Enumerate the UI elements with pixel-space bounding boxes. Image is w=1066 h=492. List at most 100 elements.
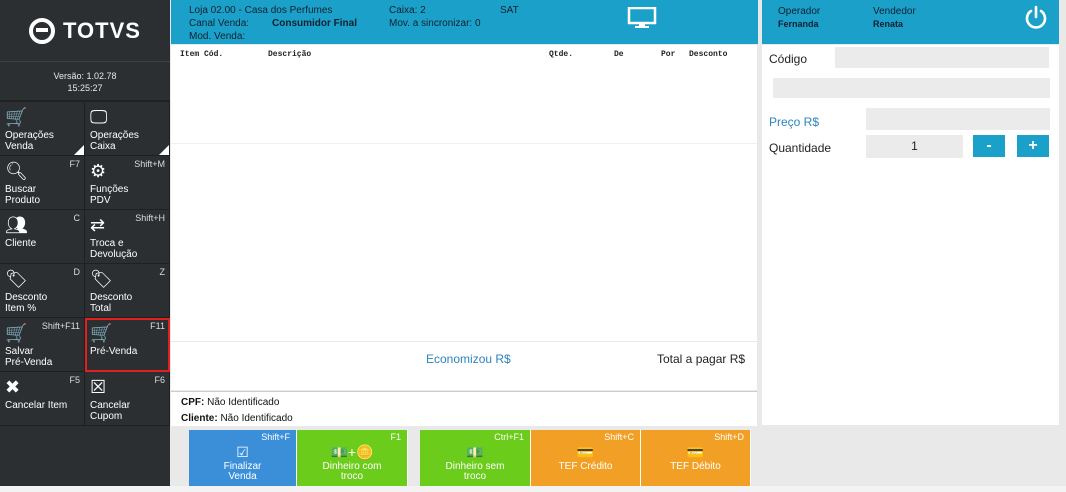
action-button[interactable]: Shift+C 💳 TEF Crédito — [531, 430, 641, 486]
shortcut-key: Shift+F — [261, 432, 290, 442]
sidebar-tile[interactable]: 👥︎ C Cliente — [0, 210, 85, 264]
operator-label: Operador — [778, 6, 821, 17]
tile-label: Buscar Produto — [5, 184, 41, 206]
shortcut-key: F6 — [154, 375, 165, 385]
action-button[interactable]: Shift+D 💳 TEF Débito — [641, 430, 751, 486]
version-info: Versão: 1.02.78 15:25:27 — [0, 62, 170, 102]
shortcut-key: F7 — [69, 159, 80, 169]
code-input[interactable] — [835, 47, 1049, 68]
code-label: Código — [769, 52, 808, 66]
brand-name: TOTVS — [63, 17, 141, 43]
sidebar-tile[interactable]: 🏷︎ Z Desconto Total — [85, 264, 170, 318]
sidebar-tile[interactable]: ⇄ Shift+H Troca e Devolução — [85, 210, 170, 264]
cart-icon: 🛒 — [5, 107, 28, 127]
total-label: Total a pagar R$ — [657, 352, 746, 366]
tags-icon: 🏷︎ — [90, 269, 113, 289]
brand-logo: TOTVS — [0, 0, 170, 62]
tile-label: Pré-Venda — [90, 346, 138, 357]
tile-label: Desconto Total — [90, 292, 133, 314]
quantity-input[interactable]: 1 — [866, 135, 963, 158]
sidebar-tile[interactable]: 🛒 Operações Venda — [0, 102, 85, 156]
items-table: Item Cód. Descrição Qtde. De Por Descont… — [171, 45, 757, 341]
shortcut-key: Shift+C — [604, 432, 634, 442]
register-label: Caixa: 2 — [389, 5, 426, 16]
shortcut-key: Shift+H — [135, 213, 165, 223]
client-value: Não Identificado — [220, 413, 293, 424]
shortcut-key: F5 — [69, 375, 80, 385]
customer-info: CPF: Não Identificado Cliente: Não Ident… — [171, 391, 757, 426]
action-button[interactable]: Ctrl+F1 💵 Dinheiro sem troco — [420, 430, 531, 486]
shortcut-key: F1 — [390, 432, 401, 442]
sidebar-tile[interactable]: ✖ F5 Cancelar Item — [0, 372, 85, 426]
tile-label: Cancelar Item — [5, 400, 68, 411]
debit-card-icon: 💳 — [686, 444, 705, 460]
store-label: Loja 02.00 - Casa dos Perfumes — [189, 5, 333, 16]
sidebar: TOTVS Versão: 1.02.78 15:25:27 🛒 Operaçõe… — [0, 0, 170, 486]
shortcut-key: C — [73, 213, 81, 223]
col-from: De — [614, 49, 624, 59]
cpf-value: Não Identificado — [207, 397, 280, 408]
col-quantity: Qtde. — [549, 49, 574, 59]
action-label: TEF Crédito — [558, 461, 613, 472]
clock: 15:25:27 — [67, 83, 103, 93]
sidebar-tile[interactable]: 🛒 F11 Pré-Venda — [85, 318, 170, 372]
submenu-indicator-icon — [159, 145, 169, 155]
seller-label: Vendedor — [873, 6, 916, 17]
quantity-plus-button[interactable]: + — [1017, 135, 1049, 157]
action-button[interactable]: Shift+F ☑ Finalizar Venda — [189, 430, 297, 486]
status-strip — [0, 486, 1066, 492]
shortcut-key: Shift+F11 — [41, 321, 80, 331]
product-entry-panel: Código Preço R$ Quantidade 1 - + — [762, 45, 1059, 425]
payment-actions: Shift+F ☑ Finalizar Venda F1 💵+🪙 Dinheiro com… — [179, 430, 751, 486]
shortcut-key: F11 — [150, 321, 165, 331]
client-label: Cliente: — [181, 413, 218, 424]
table-header: Item Cód. Descrição Qtde. De Por Descont… — [171, 45, 757, 63]
tile-label: Troca e Devolução — [90, 238, 138, 260]
monitor-icon[interactable] — [627, 7, 657, 29]
price-input[interactable] — [866, 108, 1050, 130]
close-box-icon: ☒ — [90, 377, 107, 397]
sale-mode-label: Mod. Venda: — [189, 31, 246, 42]
quantity-label: Quantidade — [769, 141, 832, 155]
submenu-indicator-icon — [74, 145, 84, 155]
shortcut-key: D — [73, 267, 81, 277]
sidebar-tile[interactable]: ☒ F6 Cancelar Cupom — [85, 372, 170, 426]
cash-icon: 💵 — [466, 444, 484, 460]
sidebar-tile[interactable]: 🔍︎ F7 Buscar Produto — [0, 156, 85, 210]
action-label: Dinheiro sem troco — [445, 461, 505, 482]
credit-card-icon: 💳 — [576, 444, 595, 460]
sidebar-tile[interactable]: ⚙ Shift+M Funções PDV — [85, 156, 170, 210]
totals-bar: Economizou R$ Total a pagar R$ — [171, 342, 757, 390]
sidebar-tile[interactable]: 🖵 Operações Caixa — [85, 102, 170, 156]
tile-label: Funções PDV — [90, 184, 129, 206]
sat-label: SAT — [500, 5, 519, 16]
store-header: Loja 02.00 - Casa dos Perfumes Canal Ven… — [171, 0, 758, 44]
channel-label: Canal Venda: — [189, 18, 250, 29]
pdv-window: TOTVS Versão: 1.02.78 15:25:27 🛒 Operaçõe… — [0, 0, 1066, 492]
monitor-icon: 🖵 — [90, 107, 108, 127]
sidebar-tile[interactable]: 🛒 Shift+F11 Salvar Pré-Venda — [0, 318, 85, 372]
sidebar-menu: 🛒 Operações Venda 🖵 Operações Caixa 🔍︎ F7 Busc… — [0, 102, 170, 426]
cpf-row: CPF: Não Identificado — [181, 395, 747, 411]
tag-icon: 🏷︎ — [5, 269, 28, 289]
table-body[interactable] — [171, 143, 757, 341]
action-label: Finalizar Venda — [223, 461, 262, 482]
check-icon: ☑ — [236, 444, 249, 460]
totvs-logo-icon — [29, 17, 56, 44]
col-item-code: Item Cód. — [180, 49, 224, 59]
col-to: Por — [661, 49, 676, 59]
savings-label: Economizou R$ — [426, 352, 511, 366]
operator-value: Fernanda — [778, 19, 819, 29]
action-button[interactable]: F1 💵+🪙 Dinheiro com troco — [297, 430, 408, 486]
users-icon: 👥︎ — [5, 215, 28, 235]
close-circle-icon: ✖ — [5, 377, 21, 397]
quantity-minus-button[interactable]: - — [973, 135, 1005, 157]
tile-label: Operações Caixa — [90, 130, 139, 152]
shortcut-key: Ctrl+F1 — [494, 432, 524, 442]
shortcut-key: Shift+D — [714, 432, 744, 442]
client-row: Cliente: Não Identificado — [181, 411, 747, 427]
sidebar-tile[interactable]: 🏷︎ D Desconto Item % — [0, 264, 85, 318]
power-icon[interactable] — [1023, 5, 1049, 31]
tile-label: Desconto Item % — [5, 292, 48, 314]
col-discount: Desconto — [689, 49, 728, 59]
